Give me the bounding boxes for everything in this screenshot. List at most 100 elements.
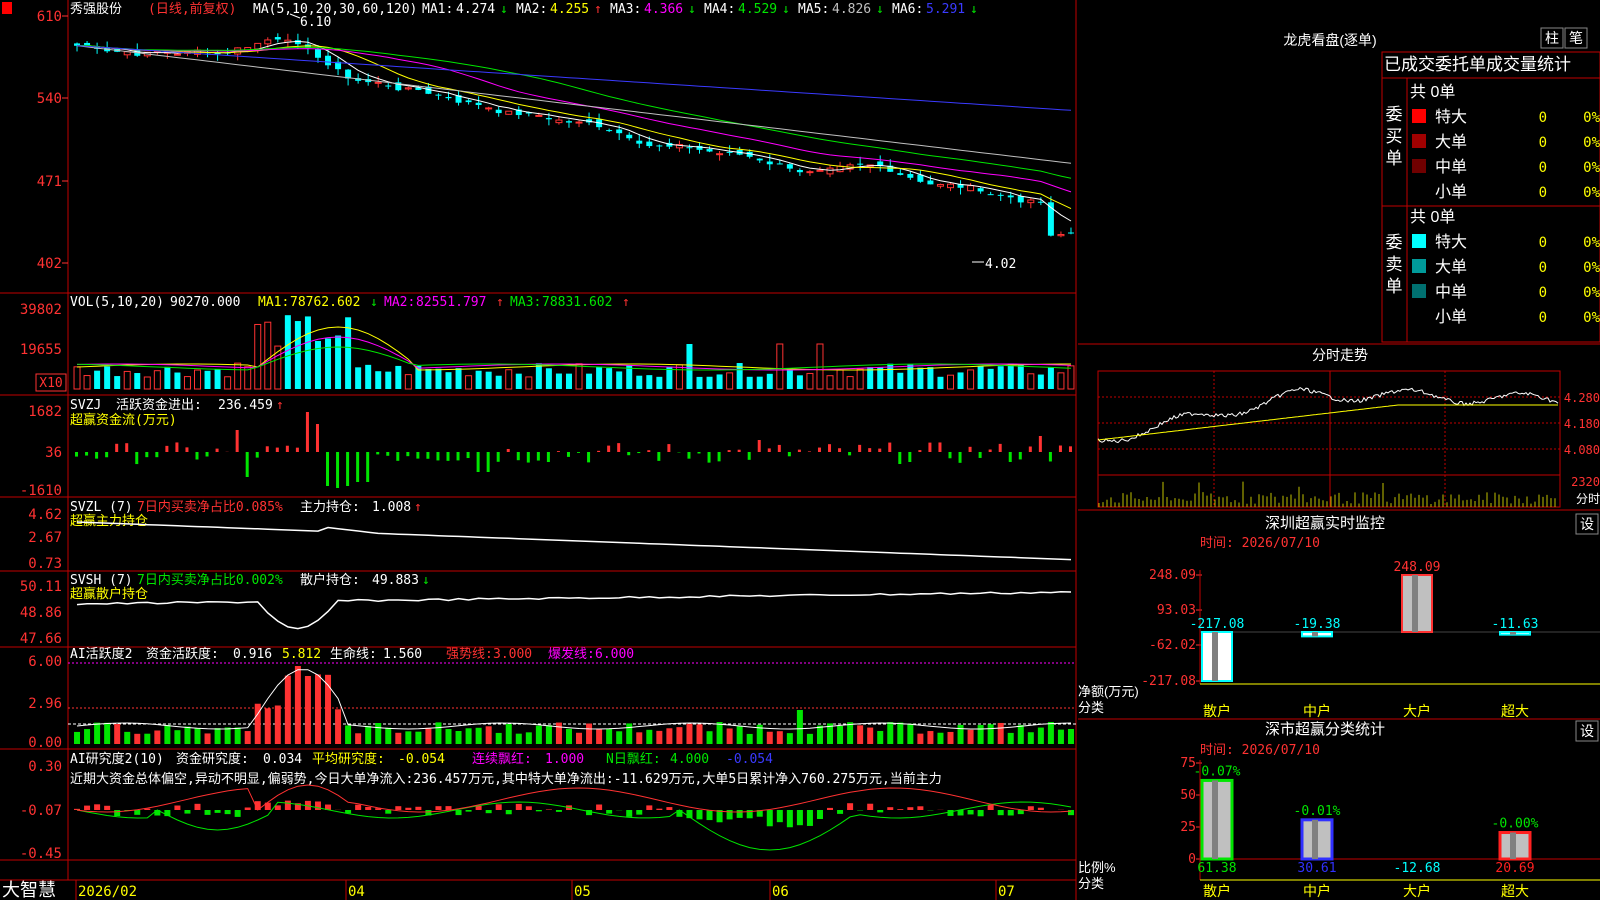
activity-bar (425, 727, 432, 744)
flow-bar (255, 452, 259, 458)
flow-bar (526, 452, 530, 463)
activity-bar (1057, 729, 1064, 744)
ratio-tick-label: 25 (1180, 820, 1196, 835)
research-bar (505, 810, 512, 815)
flow-bar (878, 448, 882, 452)
svsh-value: 49.883 (372, 573, 419, 588)
candle-body (314, 48, 321, 58)
volume-bar (104, 366, 111, 389)
volume-bar (475, 370, 482, 389)
activity-bar (294, 666, 301, 744)
volume-bar (1027, 373, 1035, 390)
volume-bar (856, 368, 864, 390)
flow-bar (597, 450, 601, 452)
ratio-settings-label[interactable]: 设 (1580, 724, 1594, 740)
volume-bar (143, 376, 151, 390)
monitor-tick-label: -217.08 (1141, 674, 1196, 689)
candle-body (806, 171, 814, 174)
flow-bar (265, 446, 269, 452)
column-view-label[interactable]: 柱 (1545, 31, 1559, 47)
flow-bar (667, 444, 671, 452)
flow-bar (205, 452, 209, 457)
volume-bar (596, 366, 603, 389)
terminal-canvas: 610 540 471 402 6.10 4.02 秀强股份 (日线,前复权) MA(5,10,… (0, 0, 1600, 900)
research-bar (897, 809, 904, 810)
flow-bar (807, 451, 811, 452)
order-percent: 0% (1583, 310, 1600, 326)
flow-bar (848, 452, 852, 456)
activity-bar (365, 725, 372, 744)
activity-bar (1067, 728, 1074, 744)
research-bar (887, 807, 894, 810)
order-type-label: 特大 (1435, 108, 1467, 126)
ma-value: 4.366 (644, 2, 683, 17)
flow-bar (295, 447, 299, 452)
candle-body (766, 161, 773, 165)
svzl-panel: SVZL (7) 7日内买卖净占比0.085% 主力持仓: 1.008 ↑ 超赢主力持仓 4… (28, 499, 1072, 572)
bar-shade (1412, 575, 1418, 632)
research-bar (696, 810, 703, 820)
vol-unit: X10 (39, 376, 62, 391)
volume-bar (877, 367, 884, 389)
candle-body (325, 55, 332, 66)
ratio-time: 时间: 2026/07/10 (1200, 743, 1320, 758)
flow-bar (978, 452, 982, 458)
flow-bar (1008, 452, 1012, 462)
volume-bar (485, 371, 492, 389)
ai1-name: AI活跃度2 (70, 646, 132, 662)
volume-bar (284, 315, 291, 389)
flow-bar (386, 452, 390, 456)
research-bar (1027, 806, 1034, 810)
volume-bar (686, 344, 693, 389)
flow-bar (376, 452, 380, 455)
flow-bar (416, 452, 420, 459)
flow-bar (85, 452, 89, 456)
research-bar (1007, 810, 1014, 816)
flow-bar (135, 452, 139, 465)
candle-body (264, 39, 272, 45)
svzl-tick-label: 0.73 (28, 556, 62, 572)
flow-bar (245, 452, 249, 477)
flow-bar (858, 444, 862, 452)
activity-bar (555, 722, 562, 744)
order-count: 0 (1539, 160, 1547, 176)
svsh-subtitle: 超赢散户持仓 (70, 586, 148, 602)
order-total: 共 0单 (1410, 208, 1455, 226)
research-bar (736, 810, 743, 818)
flow-bar (647, 450, 651, 452)
activity-bar (94, 722, 101, 744)
flow-bar (456, 452, 460, 461)
ma-direction: ↑ (594, 2, 602, 17)
order-percent: 0% (1583, 285, 1600, 301)
volume-bar (425, 368, 432, 389)
research-bar (84, 805, 91, 810)
order-percent: 0% (1583, 160, 1600, 176)
research-bar (626, 810, 633, 817)
activity-bar (445, 728, 452, 744)
flow-bar (145, 452, 149, 458)
ai2-name: AI研究度2(10) (70, 751, 164, 767)
activity-bar (576, 732, 583, 744)
candle-body (445, 97, 452, 99)
research-bar (1017, 810, 1024, 815)
monitor-settings-label[interactable]: 设 (1580, 517, 1594, 533)
vol-ma-value: 78762.602 (290, 295, 360, 310)
candle-body (1017, 196, 1024, 203)
volume-bar (183, 376, 191, 390)
ratio-value-label: 61.38 (1197, 861, 1236, 876)
tick-view-label[interactable]: 笔 (1569, 31, 1583, 47)
flow-bar (486, 452, 490, 472)
research-bar (114, 810, 121, 817)
candle-body (274, 37, 281, 40)
activity-bar (124, 731, 131, 744)
volume-bar (153, 370, 161, 390)
stock-terminal-window: 610 540 471 402 6.10 4.02 秀强股份 (日线,前复权) MA(5,10,… (0, 0, 1600, 900)
bar-shade (1510, 832, 1516, 859)
flow-bar (918, 450, 922, 452)
ratio-tick-label: 0 (1188, 852, 1196, 867)
activity-bar (596, 729, 603, 744)
research-bar (405, 807, 412, 810)
volume-bar (937, 376, 944, 389)
flow-bar (155, 452, 159, 458)
activity-bar (194, 728, 201, 744)
